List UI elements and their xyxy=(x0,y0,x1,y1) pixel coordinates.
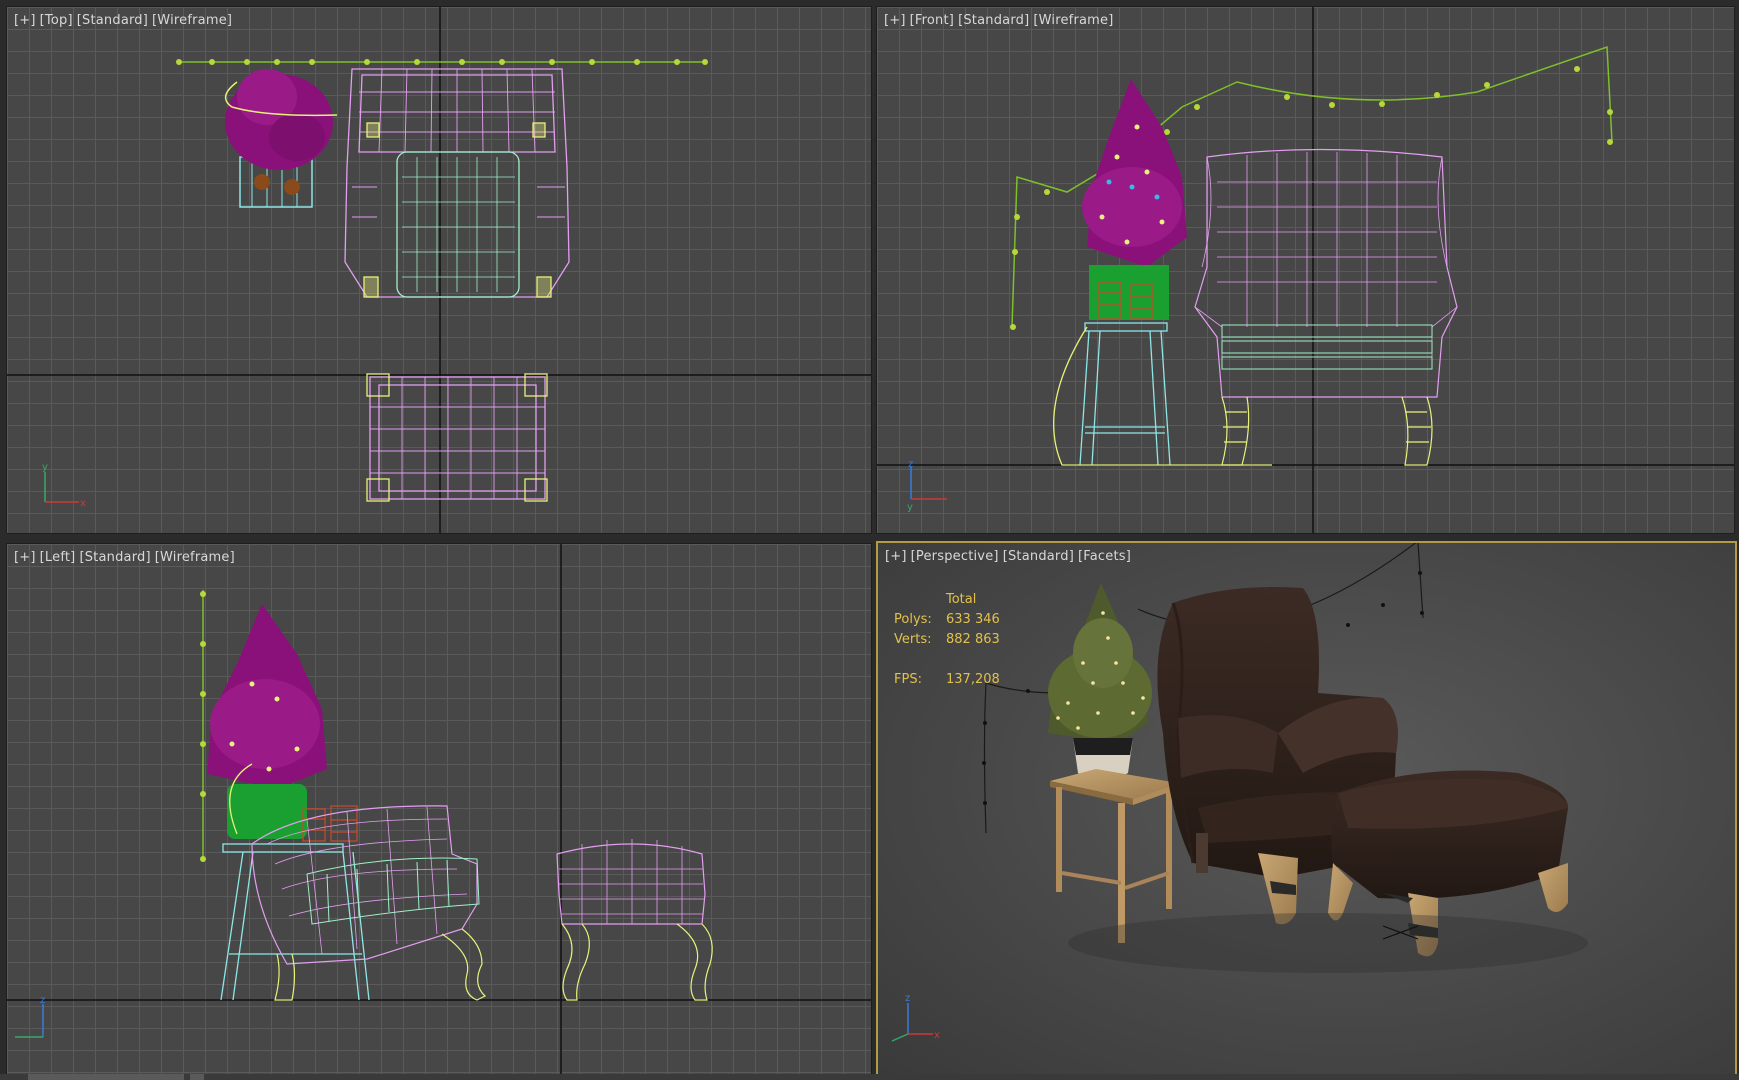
viewport-top-label: [+] [Top] [Standard] [Wireframe] xyxy=(14,13,236,28)
stats-verts-value: 882 863 xyxy=(946,632,1000,647)
viewport-perspective-shading-menu[interactable]: [Standard] xyxy=(1003,549,1074,564)
svg-text:z: z xyxy=(905,993,910,1004)
statistics-overlay: Total Polys: 633 346 Verts: 882 863 FPS:… xyxy=(894,590,1000,690)
viewport-top-plus-menu[interactable]: [+] xyxy=(14,13,36,28)
axis-tripod: y x xyxy=(42,462,86,509)
viewport-perspective-label: [+] [Perspective] [Standard] [Facets] xyxy=(885,549,1135,564)
ottoman-wire xyxy=(556,839,713,1001)
axis-tripod: z x xyxy=(891,993,940,1042)
viewport-top-shading-menu[interactable]: [Standard] xyxy=(77,13,148,28)
stats-polys-value: 633 346 xyxy=(946,612,1000,627)
viewport-left-plus-menu[interactable]: [+] xyxy=(14,550,36,565)
viewport-perspective[interactable]: [+] [Perspective] [Standard] [Facets] Total… xyxy=(876,541,1737,1077)
garland-wire xyxy=(200,590,206,862)
viewport-perspective-plus-menu[interactable]: [+] xyxy=(885,549,907,564)
bottom-scroll-handle[interactable] xyxy=(28,1074,184,1080)
viewport-perspective-display-menu[interactable]: [Facets] xyxy=(1078,549,1131,564)
stats-fps-value: 137,208 xyxy=(946,672,1000,687)
viewport-left-scene: z xyxy=(7,544,871,1074)
ottoman-wire xyxy=(366,373,548,502)
garland-wire xyxy=(176,59,708,65)
viewport-front-plus-menu[interactable]: [+] xyxy=(884,13,906,28)
svg-text:z: z xyxy=(40,995,45,1006)
viewport-top[interactable]: [+] [Top] [Standard] [Wireframe] y x xyxy=(6,6,872,534)
stats-fps-label: FPS: xyxy=(894,672,922,687)
stats-header: Total xyxy=(946,592,977,607)
stats-fps-row: FPS: 137,208 xyxy=(894,670,1000,690)
viewport-perspective-scene: z x xyxy=(891,543,1588,1042)
svg-text:y: y xyxy=(42,462,48,473)
viewport-front[interactable]: [+] [Front] [Standard] [Wireframe] z y xyxy=(876,6,1735,534)
svg-text:z: z xyxy=(908,459,913,470)
viewport-perspective-view-menu[interactable]: [Perspective] xyxy=(911,549,999,564)
axis-tripod: z xyxy=(15,995,45,1038)
viewport-left-view-menu[interactable]: [Left] xyxy=(40,550,76,565)
stats-verts-label: Verts: xyxy=(894,632,932,647)
svg-text:x: x xyxy=(80,498,86,509)
viewport-left[interactable]: [+] [Left] [Standard] [Wireframe] z xyxy=(6,543,872,1075)
stool-wire xyxy=(1053,322,1272,466)
viewport-left-display-menu[interactable]: [Wireframe] xyxy=(155,550,235,565)
viewport-front-view-menu[interactable]: [Front] xyxy=(910,13,954,28)
christmas-tree-wire xyxy=(224,69,338,208)
viewport-top-display-menu[interactable]: [Wireframe] xyxy=(152,13,232,28)
armchair-wire xyxy=(344,68,570,298)
viewport-top-scene: y x xyxy=(7,7,871,533)
christmas-tree xyxy=(1048,583,1152,781)
stats-polys-label: Polys: xyxy=(894,612,932,627)
stats-verts-row: Verts: 882 863 xyxy=(894,630,1000,650)
viewport-left-shading-menu[interactable]: [Standard] xyxy=(79,550,150,565)
viewport-layout: [+] [Top] [Standard] [Wireframe] y x [+]… xyxy=(0,0,1739,1080)
viewport-front-shading-menu[interactable]: [Standard] xyxy=(958,13,1029,28)
armchair-wire xyxy=(1194,148,1458,466)
viewport-top-view-menu[interactable]: [Top] xyxy=(40,13,73,28)
axis-tripod: z y xyxy=(907,459,947,513)
svg-text:x: x xyxy=(934,1030,940,1041)
side-table xyxy=(1050,769,1178,943)
stats-polys-row: Polys: 633 346 xyxy=(894,610,1000,630)
svg-text:y: y xyxy=(907,502,913,513)
viewport-front-display-menu[interactable]: [Wireframe] xyxy=(1033,13,1113,28)
bottom-bar xyxy=(0,1074,1739,1080)
viewport-front-scene: z y xyxy=(877,7,1734,533)
bottom-scroll-button[interactable] xyxy=(190,1074,204,1080)
christmas-tree-wire xyxy=(207,604,358,842)
viewport-front-label: [+] [Front] [Standard] [Wireframe] xyxy=(884,13,1118,28)
viewport-left-label: [+] [Left] [Standard] [Wireframe] xyxy=(14,550,239,565)
